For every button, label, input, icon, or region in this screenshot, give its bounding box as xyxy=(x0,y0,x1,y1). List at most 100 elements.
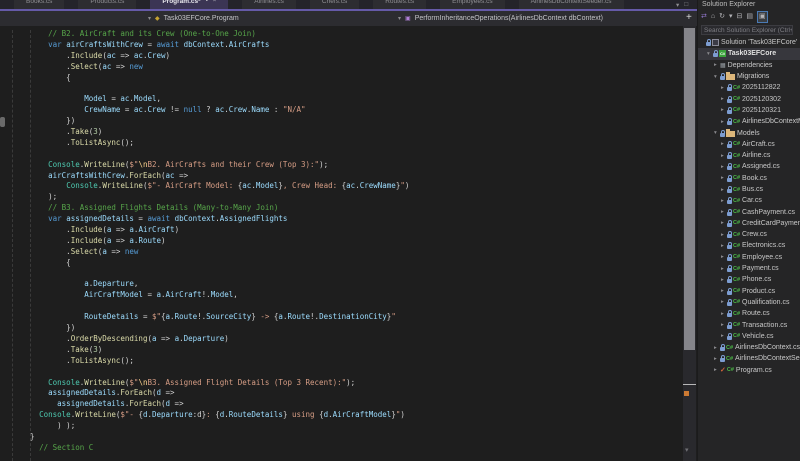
csharp-file-icon: C# xyxy=(733,242,741,249)
code-line: // B2. AirCraft and its Crew (One-to-One… xyxy=(12,29,256,38)
tree-item-dependencies[interactable]: ▸ ▦ Dependencies xyxy=(698,60,800,71)
class-icon: ◆ xyxy=(155,16,160,22)
chevron-down-icon: ▾ xyxy=(398,16,402,22)
tree-item-product-cs[interactable]: ▸ C# Product.cs xyxy=(698,286,800,297)
tree-item-label: Airline.cs xyxy=(742,152,771,160)
tree-item-airlinesdbcontextmodelsnapshot-cs[interactable]: ▸C#AirlinesDbContextModelSnapshot.cs xyxy=(698,116,800,127)
code-text: // B2. AirCraft and its Crew (One-to-One… xyxy=(12,29,409,454)
tree-item-airlinesdbcontext-cs[interactable]: ▸ C# AirlinesDbContext.cs xyxy=(698,342,800,353)
solution-tree: Solution 'Task03EFCore' ▾ C# Task03EFCore ▸ ▦… xyxy=(698,37,800,376)
tab-airlinesdbcontextseeder-cs[interactable]: AirlinesDbContextSeeder.cs xyxy=(518,0,624,9)
code-line: .Include(a => a.Route) xyxy=(12,235,166,245)
add-icon[interactable]: + xyxy=(686,12,692,23)
code-line: airCraftsWithCrew.ForEach(ac => xyxy=(48,170,189,180)
breadcrumb-type-dropdown[interactable]: ▾ ◆ Task03EFCore.Program xyxy=(148,11,239,26)
tab-books-cs[interactable]: Books.cs xyxy=(14,0,65,9)
code-line: .Include(a => a.AirCraft) xyxy=(12,225,180,235)
lock-icon xyxy=(713,50,718,58)
tree-item-task03efcore[interactable]: ▾ C# Task03EFCore xyxy=(698,48,800,60)
collapse-all-icon[interactable]: ⊟ xyxy=(737,12,743,22)
code-line: .ToListAsync(); xyxy=(12,355,134,365)
csharp-project-icon: C# xyxy=(719,50,726,58)
tree-item-label: CreditCardPayment.cs xyxy=(742,219,800,227)
tree-item-label: Bus.cs xyxy=(742,186,764,193)
properties-icon[interactable]: ▤ xyxy=(746,12,753,22)
tree-item-label: 2025120321 xyxy=(742,106,781,114)
float-window-icon[interactable]: □ xyxy=(684,1,688,8)
tree-item-label: CashPayment.cs xyxy=(742,208,795,216)
tree-item-qualification-cs[interactable]: ▸ C# Qualification.cs xyxy=(698,297,800,308)
lock-icon xyxy=(727,152,732,160)
tab-products-cs[interactable]: Products.cs xyxy=(78,0,137,9)
home-icon[interactable]: ⌂ xyxy=(711,12,715,22)
scroll-down-arrow-icon[interactable]: ▾ xyxy=(685,446,689,454)
tree-item-label: AirCraft.cs xyxy=(742,140,775,148)
tree-item-electronics-cs[interactable]: ▸ C# Electronics.cs xyxy=(698,240,800,251)
tab-airlines-cs[interactable]: Airlines.cs xyxy=(242,0,296,9)
lock-icon xyxy=(727,332,732,340)
tree-item-vehicle-cs[interactable]: ▸ C# Vehicle.cs xyxy=(698,331,800,342)
tab-label: Products.cs xyxy=(90,0,125,5)
tree-item-program-cs[interactable]: ▸ ✓ C# Program.cs xyxy=(698,365,800,376)
tree-item-label: Crew.cs xyxy=(742,231,767,239)
tab-overflow-icon[interactable]: ▾ xyxy=(676,1,679,9)
tree-item-phone-cs[interactable]: ▸ C# Phone.cs xyxy=(698,274,800,285)
tree-item-2025120321[interactable]: ▸ C# 2025120321 xyxy=(698,105,800,116)
csharp-file-icon: C# xyxy=(733,118,741,125)
tree-item-label: Vehicle.cs xyxy=(742,332,774,340)
tree-item-car-cs[interactable]: ▸ C# Car.cs xyxy=(698,195,800,206)
tree-item-assigned-cs[interactable]: ▸ C# Assigned.cs xyxy=(698,161,800,172)
tree-item-label: 2025112822 xyxy=(742,84,781,92)
tab-label: Employees.cs xyxy=(452,0,493,5)
tab-routes-cs[interactable]: Routes.cs xyxy=(373,0,427,9)
close-icon[interactable]: × xyxy=(213,0,217,4)
switch-views-icon[interactable]: ⇄ xyxy=(701,12,707,22)
tree-item-creditcardpayment-cs[interactable]: ▸C#CreditCardPayment.cs xyxy=(698,218,800,229)
code-line: var assignedDetails = await dbContext.As… xyxy=(48,214,288,224)
lock-icon xyxy=(727,276,732,284)
scrollbar-thumb[interactable] xyxy=(684,28,695,350)
csharp-file-icon: C# xyxy=(733,209,741,216)
lock-icon xyxy=(727,174,732,182)
tree-item-employee-cs[interactable]: ▸ C# Employee.cs xyxy=(698,252,800,263)
tab-label: Program.cs* xyxy=(162,0,201,5)
refresh-icon[interactable]: ↻ xyxy=(719,12,725,22)
tree-item-airline-cs[interactable]: ▸ C# Airline.cs xyxy=(698,150,800,161)
tree-item-airlinesdbcontextseeder-cs[interactable]: ▸C#AirlinesDbContextSeeder.cs xyxy=(698,353,800,364)
preview-selected-items-icon[interactable]: ▣ xyxy=(757,11,768,23)
code-line: Console.WriteLine($"- AirCraft Model: {a… xyxy=(66,181,410,191)
code-editor[interactable]: // B2. AirCraft and its Crew (One-to-One… xyxy=(0,26,683,461)
tree-item-label: AirlinesDbContextModelSnapshot.cs xyxy=(742,118,800,126)
code-line: assignedDetails.ForEach(d => xyxy=(57,399,184,409)
dropdown-icon[interactable]: ▾ xyxy=(729,12,733,22)
tree-item-migrations[interactable]: ▾ Migrations xyxy=(698,71,800,82)
breadcrumb-member-dropdown[interactable]: ▾ ▣ PerformInheritanceOperations(Airline… xyxy=(398,11,603,26)
tree-item-bus-cs[interactable]: ▸ C# Bus.cs xyxy=(698,184,800,195)
search-input[interactable]: Search Solution Explorer (Ctrl+;) xyxy=(701,25,793,35)
tree-item-label: Assigned.cs xyxy=(742,163,780,171)
tab-employees-cs[interactable]: Employees.cs xyxy=(440,0,505,9)
tab-chefs-cs[interactable]: Chefs.cs xyxy=(309,0,360,9)
tree-item-label: Book.cs xyxy=(742,174,767,182)
tree-item-aircraft-cs[interactable]: ▸ C# AirCraft.cs xyxy=(698,139,800,150)
tree-item-payment-cs[interactable]: ▸ C# Payment.cs xyxy=(698,263,800,274)
tree-item-2025112822[interactable]: ▸ C# 2025112822 xyxy=(698,82,800,93)
tree-item-models[interactable]: ▾ Models xyxy=(698,127,800,138)
tree-item-2025120302[interactable]: ▸ C# 2025120302 xyxy=(698,93,800,104)
code-line: ) ); xyxy=(12,421,76,431)
tree-item-label: Phone.cs xyxy=(742,276,772,284)
change-marker xyxy=(684,391,689,396)
tree-item-route-cs[interactable]: ▸ C# Route.cs xyxy=(698,308,800,319)
tree-item-solution-task03efcore-[interactable]: Solution 'Task03EFCore' xyxy=(698,37,800,48)
tab-program-cs-[interactable]: Program.cs* ▪ × xyxy=(150,0,229,9)
pin-icon[interactable]: ▪ xyxy=(206,0,208,4)
tree-item-crew-cs[interactable]: ▸ C# Crew.cs xyxy=(698,229,800,240)
dependencies-icon: ▦ xyxy=(720,62,726,69)
tree-item-book-cs[interactable]: ▸ C# Book.cs xyxy=(698,173,800,184)
tree-item-transaction-cs[interactable]: ▸ C# Transaction.cs xyxy=(698,319,800,330)
editor-scrollbar[interactable]: ▾ xyxy=(683,26,696,461)
tree-item-cashpayment-cs[interactable]: ▸ C# CashPayment.cs xyxy=(698,206,800,217)
tab-label: AirlinesDbContextSeeder.cs xyxy=(530,0,612,5)
